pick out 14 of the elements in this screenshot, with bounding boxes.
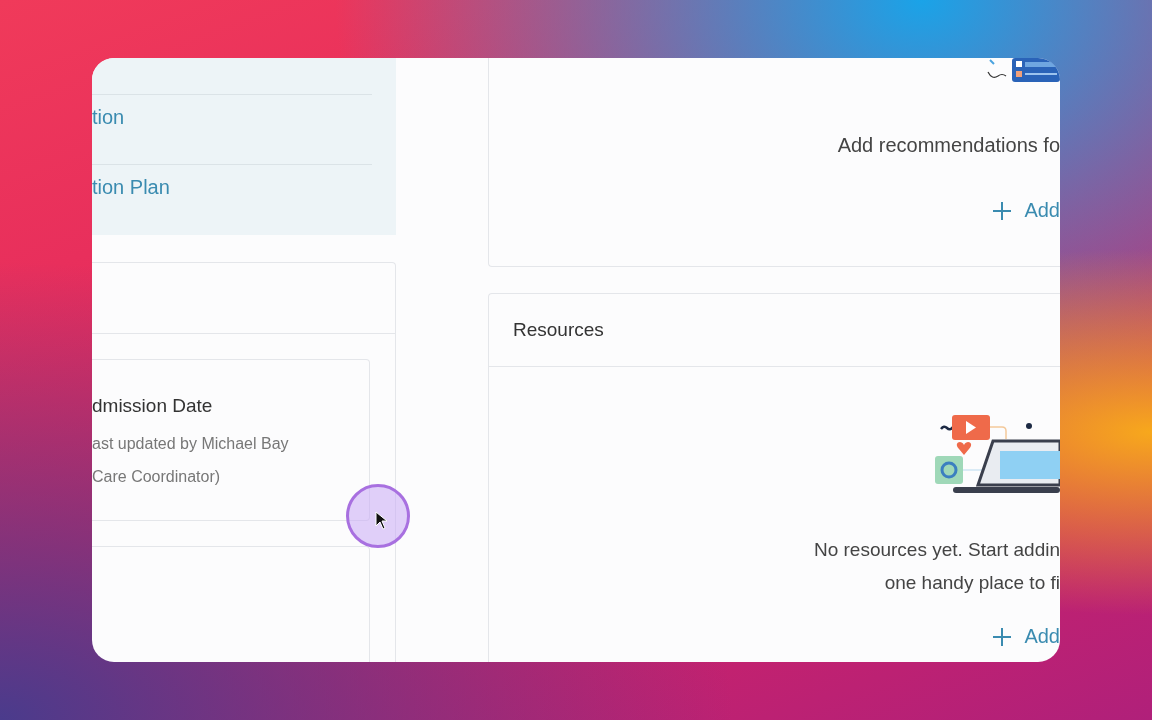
entry-meta: Care Coordinator) [92, 467, 222, 487]
add-button[interactable]: Add [992, 625, 1060, 648]
card-title: Resources [513, 319, 604, 341]
plus-icon [992, 626, 1013, 647]
entry-title: dmission Date [92, 394, 214, 418]
entry-meta: ast updated by Michael Bay [92, 434, 290, 454]
empty-message: No resources yet. Start addin [813, 538, 1060, 562]
plus-icon [992, 200, 1013, 221]
mouse-pointer-icon [375, 511, 389, 531]
empty-message: Add recommendations fo [837, 134, 1060, 157]
empty-message: one handy place to fi [884, 571, 1060, 595]
add-button[interactable]: Add [992, 199, 1060, 222]
sidebar-item[interactable]: tion [92, 105, 125, 129]
sidebar-item[interactable]: tion Plan [92, 175, 170, 199]
